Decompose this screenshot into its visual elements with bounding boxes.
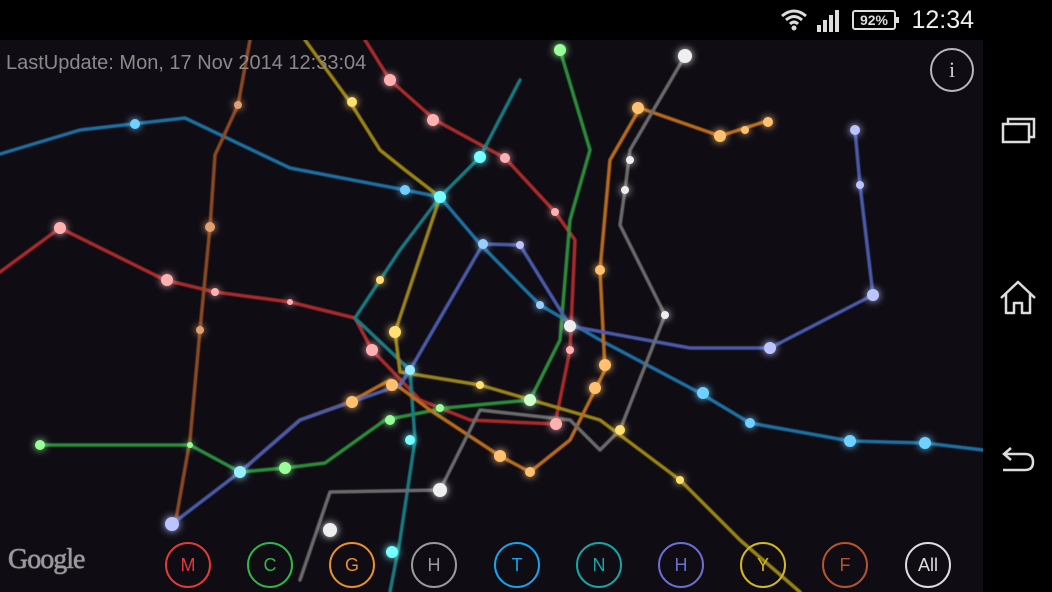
subway-lines [0, 40, 983, 592]
filter-button-c[interactable]: C [247, 542, 293, 588]
battery-indicator: 92% [852, 10, 899, 30]
back-icon[interactable] [997, 440, 1039, 482]
google-logo: Google [8, 544, 85, 575]
filter-button-f[interactable]: F [822, 542, 868, 588]
filter-button-h-purple[interactable]: H [658, 542, 704, 588]
clock: 12:34 [911, 6, 974, 34]
filter-button-n[interactable]: N [576, 542, 622, 588]
recent-apps-icon[interactable] [997, 110, 1039, 152]
info-button[interactable]: i [930, 48, 974, 92]
last-update-text: LastUpdate: Mon, 17 Nov 2014 12:33:04 [6, 52, 367, 74]
cell-signal-icon [817, 10, 839, 32]
filter-button-g[interactable]: G [329, 542, 375, 588]
status-bar: 92% 12:34 [0, 0, 1052, 40]
home-icon[interactable] [997, 276, 1039, 318]
navigation-bar [983, 40, 1052, 592]
filter-button-m[interactable]: M [165, 542, 211, 588]
filter-button-all[interactable]: All [905, 542, 951, 588]
filter-button-t[interactable]: T [494, 542, 540, 588]
wifi-icon [781, 9, 807, 31]
subway-map[interactable]: LastUpdate: Mon, 17 Nov 2014 12:33:04 i … [0, 40, 983, 592]
filter-button-h-gray[interactable]: H [411, 542, 457, 588]
filter-button-y[interactable]: Y [740, 542, 786, 588]
